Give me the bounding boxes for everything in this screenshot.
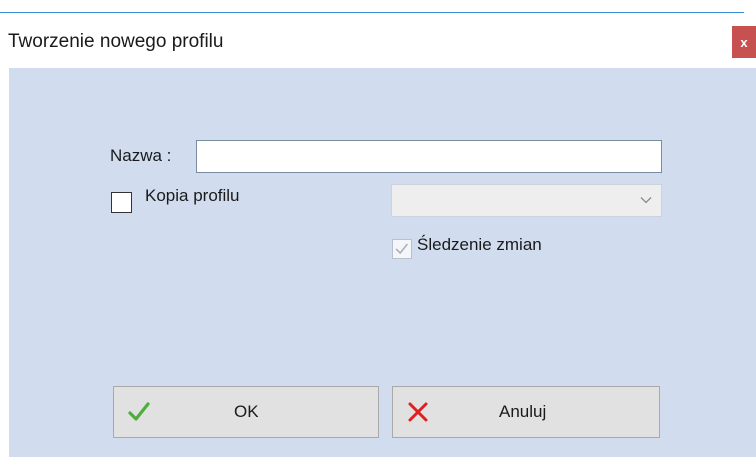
close-button[interactable]: x	[732, 26, 756, 58]
close-icon: x	[740, 34, 748, 50]
checkmark-icon	[128, 402, 150, 421]
copy-profile-checkbox[interactable]	[111, 192, 132, 213]
track-changes-label: Śledzenie zmian	[417, 235, 542, 254]
dialog-window: Tworzenie nowego profilu x Nazwa : Kopia…	[0, 0, 756, 457]
dialog-title: Tworzenie nowego profilu	[8, 31, 224, 52]
ok-button-label: OK	[234, 402, 259, 421]
ok-button[interactable]: OK	[113, 386, 379, 438]
x-icon	[408, 402, 428, 422]
name-label: Nazwa :	[110, 146, 172, 165]
track-changes-checkbox[interactable]	[392, 239, 412, 259]
checkmark-icon	[395, 243, 409, 255]
cancel-button-label: Anuluj	[499, 402, 547, 421]
copy-profile-label[interactable]: Kopia profilu	[145, 186, 240, 206]
chevron-down-icon	[640, 197, 652, 204]
name-input[interactable]	[196, 140, 662, 173]
cancel-button[interactable]: Anuluj	[392, 386, 660, 438]
profile-select[interactable]	[391, 184, 662, 217]
